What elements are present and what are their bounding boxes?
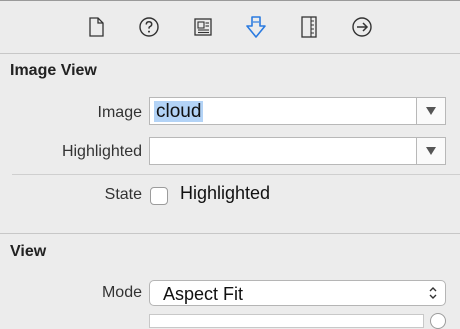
identity-icon[interactable]: [190, 14, 216, 40]
inspector-toolbar: [0, 1, 460, 54]
section-title-image-view: Image View: [10, 62, 97, 79]
size-icon[interactable]: [296, 14, 322, 40]
file-icon[interactable]: [83, 14, 109, 40]
mode-label: Mode: [101, 284, 142, 301]
attributes-icon[interactable]: [243, 14, 269, 40]
highlighted-dropdown-button[interactable]: [416, 138, 445, 164]
highlighted-field-value[interactable]: [154, 141, 158, 162]
connections-icon[interactable]: [349, 14, 375, 40]
highlighted-label: Highlighted: [61, 143, 142, 160]
image-combo[interactable]: cloud: [149, 97, 446, 125]
chevron-down-icon: [426, 147, 436, 155]
mode-value: Aspect Fit: [163, 284, 244, 304]
image-dropdown-button[interactable]: [416, 98, 445, 124]
updown-chevron-icon: [429, 287, 437, 299]
cut-off-stepper[interactable]: [430, 313, 446, 329]
highlighted-checkbox-label[interactable]: Highlighted: [180, 183, 270, 204]
highlighted-checkbox[interactable]: [150, 187, 168, 205]
state-label: State: [104, 186, 142, 203]
help-icon[interactable]: [136, 14, 162, 40]
chevron-down-icon: [426, 107, 436, 115]
mode-popup[interactable]: Aspect Fit: [149, 280, 446, 306]
image-field-value[interactable]: cloud: [154, 101, 204, 122]
section-title-view: View: [10, 243, 47, 260]
cut-off-field[interactable]: [149, 314, 424, 328]
highlighted-combo[interactable]: [149, 137, 446, 165]
image-label: Image: [97, 104, 142, 121]
section-divider: [12, 174, 460, 175]
section-separator: [0, 233, 460, 234]
